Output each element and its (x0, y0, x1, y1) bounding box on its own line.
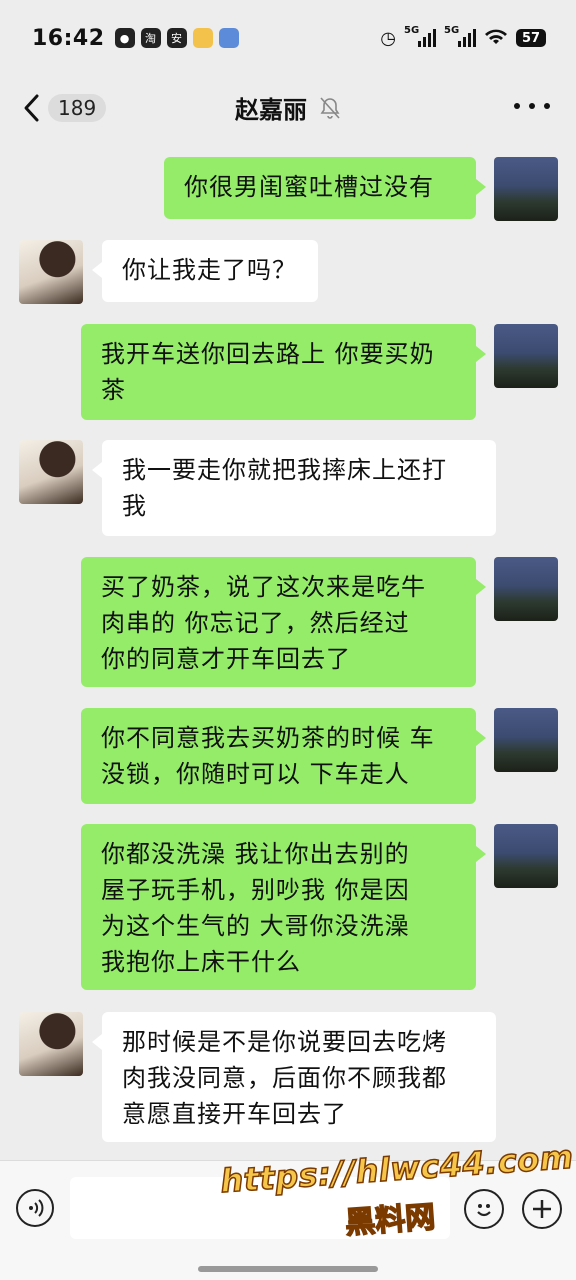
app-icon-blue (218, 28, 239, 48)
status-indicators: ◷ 5G 5G 57 (380, 25, 546, 49)
taobao-icon: 淘 (140, 28, 161, 48)
battery-icon: 57 (516, 29, 546, 47)
notification-icons: ● 淘 安 (114, 28, 239, 48)
message-bubble-sent[interactable]: 你很男闺蜜吐槽过没有 (164, 157, 486, 219)
my-avatar[interactable] (494, 824, 558, 888)
chat-title[interactable]: 赵嘉丽 (235, 90, 307, 125)
more-options-button[interactable] (514, 94, 550, 118)
status-time: 16:42 (32, 25, 105, 51)
signal-icon: 5G (404, 25, 436, 47)
app-icon: 安 (166, 28, 187, 48)
wifi-icon (484, 27, 508, 49)
voice-icon (29, 1199, 44, 1217)
emoji-button[interactable] (464, 1189, 504, 1229)
app-icon-yellow (192, 28, 213, 48)
message-bubble-received[interactable]: 那时候是不是你说要回去吃烤 肉我没同意，后面你不顾我都 意愿直接开车回去了 (92, 1012, 496, 1142)
voice-input-button[interactable] (16, 1189, 54, 1227)
signal-icon-2: 5G (444, 25, 476, 47)
my-avatar[interactable] (494, 557, 558, 621)
more-actions-button[interactable] (522, 1189, 562, 1229)
home-indicator[interactable] (198, 1266, 378, 1272)
smiley-icon (477, 1204, 491, 1217)
contact-avatar[interactable] (19, 240, 83, 304)
message-bubble-received[interactable]: 你让我走了吗？ (92, 240, 318, 302)
app-notification-icon: ● (114, 28, 135, 48)
my-avatar[interactable] (494, 708, 558, 772)
plus-icon (533, 1200, 551, 1218)
watermark-name: 黑料网 (343, 1199, 437, 1242)
message-bubble-sent[interactable]: 你都没洗澡 我让你出去别的 屋子玩手机，别吵我 你是因 为这个生气的 大哥你没洗… (81, 824, 486, 990)
contact-avatar[interactable] (19, 440, 83, 504)
mute-bell-icon (320, 96, 340, 119)
my-avatar[interactable] (494, 157, 558, 221)
alarm-icon: ◷ (380, 27, 396, 49)
message-bubble-sent[interactable]: 你不同意我去买奶茶的时候 车 没锁，你随时可以 下车走人 (81, 708, 486, 804)
message-bubble-sent[interactable]: 我开车送你回去路上 你要买奶 茶 (81, 324, 486, 420)
chat-header: 189 赵嘉丽 (0, 76, 576, 138)
contact-avatar[interactable] (19, 1012, 83, 1076)
message-bubble-sent[interactable]: 买了奶茶，说了这次来是吃牛 肉串的 你忘记了，然后经过 你的同意才开车回去了 (81, 557, 486, 687)
message-bubble-received[interactable]: 我一要走你就把我摔床上还打 我 (92, 440, 496, 536)
status-bar: 16:42 ● 淘 安 ◷ 5G 5G 57 (0, 0, 576, 76)
my-avatar[interactable] (494, 324, 558, 388)
